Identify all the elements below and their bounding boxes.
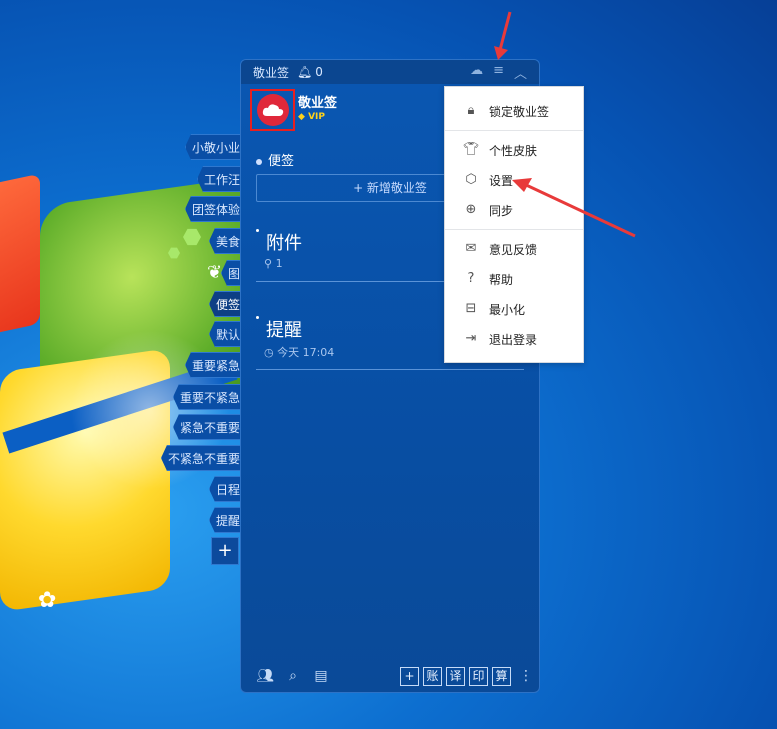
clock-icon: ◷ [264,346,274,359]
note-dot [256,229,259,232]
menu-item-minimize[interactable]: ⊟ 最小化 [445,294,583,324]
tag-item[interactable]: 重要不紧急 [173,384,241,410]
user-name: 敬业签 [298,96,338,111]
ledger-button[interactable]: 账 [423,666,442,686]
panel-title: 敬业签 [253,65,290,80]
tag-item[interactable]: 默认 [209,321,241,347]
add-tag-button[interactable]: + [211,537,239,565]
shirt-icon: 👕︎ [463,142,480,157]
search-icon[interactable]: ⌕ [283,666,303,686]
minimize-icon: ⊟ [465,301,477,316]
menu-divider [445,130,583,131]
wallpaper-logo-red [0,173,40,337]
contacts-icon[interactable]: 👥︎ [255,666,275,686]
translate-button[interactable]: 译 [446,666,465,686]
menu-item-logout[interactable]: ⇥ 退出登录 [445,324,583,354]
menu-icon[interactable]: ≡ [493,63,504,82]
tag-item[interactable]: 工作汪 [197,166,241,192]
tag-item-active[interactable]: 便签 [209,291,241,317]
menu-item-lock[interactable]: 🔒︎ 锁定敬业签 [445,96,583,126]
paperclip-icon: ⚲ [264,257,273,270]
avatar[interactable] [256,94,289,126]
note-meta: ⚲ 1 [264,257,283,270]
diamond-icon: ◆ [298,112,305,122]
note-dot [256,316,259,319]
section-title: 便签 [256,150,294,169]
bell-icon[interactable]: 🔔︎ [297,65,312,79]
logout-icon: ⇥ [465,331,477,346]
calendar-icon[interactable]: ▤ [311,666,331,686]
vip-badge: ◆ VIP [298,112,325,122]
panel-toolbar: 👥︎ ⌕ ▤ + 账 译 印 算 ⋮ [241,660,539,692]
lock-icon: 🔒︎ [467,103,475,118]
tag-item[interactable]: 日程 [209,476,241,502]
menu-item-help[interactable]: ? 帮助 [445,264,583,294]
note-title: 附件 [266,233,302,254]
more-icon[interactable]: ⋮ [519,668,533,684]
note-meta: ◷ 今天 17:04 [264,346,335,359]
collapse-icon[interactable]: ︿ [514,63,527,82]
butterfly-icon: ❦ [207,262,223,283]
tag-item[interactable]: 提醒 [209,507,241,533]
mail-icon: ✉ [465,241,477,256]
sync-icon: ⊕ [465,202,477,217]
flower-icon: ✿ [38,588,57,613]
menu-item-skin[interactable]: 👕︎ 个性皮肤 [445,135,583,165]
add-button[interactable]: + [400,666,419,686]
gear-icon: ⬡ [465,172,477,187]
print-button[interactable]: 印 [469,666,488,686]
annotation-arrow [494,11,512,60]
reminder-count: 0 [315,65,323,79]
note-title: 提醒 [266,320,302,341]
tag-item[interactable]: 重要紧急 [185,352,241,378]
annotation-arrow [512,178,636,238]
cloud-sync-icon[interactable]: ☁ [470,63,483,82]
tag-item[interactable]: 不紧急不重要 [161,445,241,471]
tag-item[interactable]: 团签体验 [185,196,241,222]
avatar-highlight [250,89,295,131]
tag-item[interactable]: 小敬小业 [185,134,241,160]
panel-titlebar: 敬业签 🔔︎ 0 ☁ ≡ ︿ [241,60,539,84]
tag-item[interactable]: 紧急不重要 [173,414,241,440]
cloud-logo-icon [262,104,283,116]
calculator-button[interactable]: 算 [492,666,511,686]
tag-item[interactable]: 美食 [209,228,241,254]
help-icon: ? [467,271,475,286]
